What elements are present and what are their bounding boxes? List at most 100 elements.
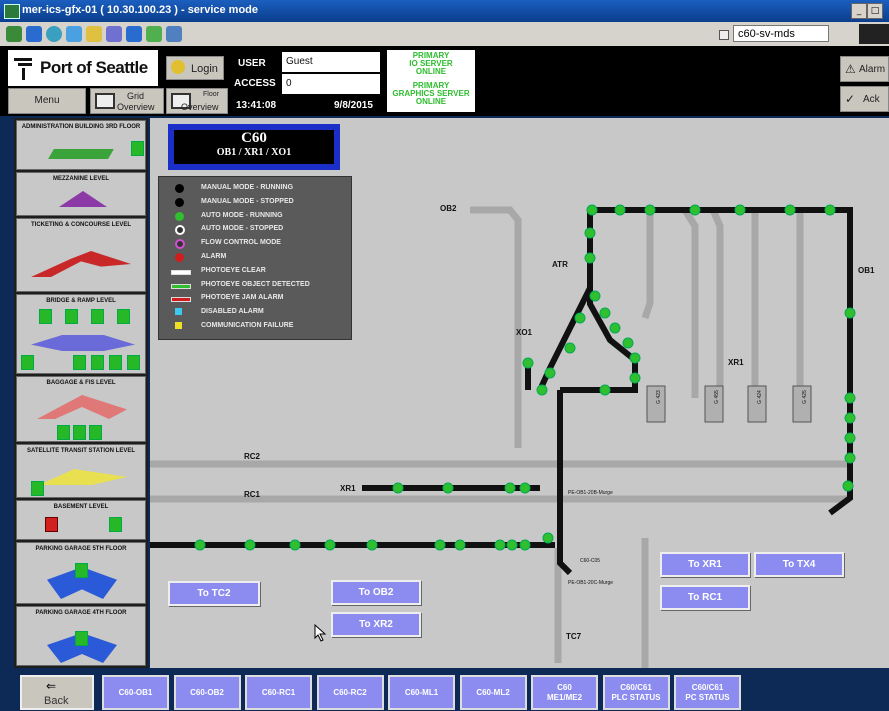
level-admin-building[interactable]: ADMINISTRATION BUILDING 3RD FLOOR <box>16 120 146 170</box>
window-icon[interactable] <box>126 26 142 42</box>
motor-running-icon[interactable] <box>522 357 534 369</box>
to-rc1-button[interactable]: To RC1 <box>660 585 750 610</box>
host-checkbox[interactable] <box>719 30 729 40</box>
motor-running-icon[interactable] <box>589 290 601 302</box>
level-bridge-ramp[interactable]: BRIDGE & RAMP LEVEL <box>16 294 146 374</box>
motor-running-icon[interactable] <box>689 204 701 216</box>
motor-running-icon[interactable] <box>392 482 404 494</box>
gate-boxes <box>646 385 812 423</box>
menu-label: Menu <box>34 95 60 106</box>
motor-running-icon[interactable] <box>599 307 611 319</box>
level-satellite-label: SATELLITE TRANSIT STATION LEVEL <box>27 448 135 454</box>
motor-running-icon[interactable] <box>244 539 256 551</box>
nav-button-c60-ob1[interactable]: C60-OB1 <box>102 675 169 710</box>
search-icon[interactable] <box>146 26 162 42</box>
motor-running-icon[interactable] <box>644 204 656 216</box>
level-parking4-label: PARKING GARAGE 4TH FLOOR <box>35 610 127 616</box>
motor-running-icon[interactable] <box>366 539 378 551</box>
motor-running-icon[interactable] <box>504 482 516 494</box>
motor-running-icon[interactable] <box>324 539 336 551</box>
level-ticketing-concourse[interactable]: TICKETING & CONCOURSE LEVEL <box>16 218 146 292</box>
level-baggage-fis[interactable]: BAGGAGE & FIS LEVEL <box>16 376 146 442</box>
grid-overview-label-1: Grid <box>127 91 145 101</box>
motor-running-icon[interactable] <box>629 372 641 384</box>
main-trunk <box>557 390 573 576</box>
nav-button-c60-c61-plc-status[interactable]: C60/C61 PLC STATUS <box>602 675 670 710</box>
motor-running-icon[interactable] <box>494 539 506 551</box>
to-ob2-button[interactable]: To OB2 <box>331 580 421 605</box>
motor-running-icon[interactable] <box>586 204 598 216</box>
motor-running-icon[interactable] <box>434 539 446 551</box>
nav-button-c60-rc1[interactable]: C60-RC1 <box>245 675 312 710</box>
nav-button-c60-me1-me2[interactable]: C60 ME1/ME2 <box>531 675 598 710</box>
ack-button[interactable]: ✓ Ack <box>840 86 889 112</box>
grid-overview-button[interactable]: Grid Overview <box>90 88 164 114</box>
report-icon[interactable] <box>86 26 102 42</box>
nav-button-c60-rc2[interactable]: C60-RC2 <box>316 675 384 710</box>
motor-running-icon[interactable] <box>442 482 454 494</box>
nav-button-c60-ml1[interactable]: C60-ML1 <box>388 675 455 710</box>
motor-running-icon[interactable] <box>599 384 611 396</box>
level-parking-4th[interactable]: PARKING GARAGE 4TH FLOOR <box>16 606 146 666</box>
nav-button-c60-c61-pc-status[interactable]: C60/C61 PC STATUS <box>674 675 741 710</box>
nav-button-c60-ob2[interactable]: C60-OB2 <box>173 675 241 710</box>
motor-running-icon[interactable] <box>844 412 856 424</box>
refresh-icon[interactable] <box>66 26 82 42</box>
motor-running-icon[interactable] <box>842 480 854 492</box>
motor-running-icon[interactable] <box>289 539 301 551</box>
nav-button-label-line: C60-OB1 <box>118 687 153 697</box>
motor-running-icon[interactable] <box>622 337 634 349</box>
trend-icon[interactable] <box>106 26 122 42</box>
access-value: 0 <box>282 74 380 94</box>
motor-running-icon[interactable] <box>194 539 206 551</box>
display-icon[interactable] <box>26 26 42 42</box>
motor-running-icon[interactable] <box>784 204 796 216</box>
to-xr2-button[interactable]: To XR2 <box>331 612 421 637</box>
nav-button-label-line: C60/C61 <box>620 682 652 692</box>
menu-button[interactable]: Menu <box>8 88 86 114</box>
motor-running-icon[interactable] <box>519 539 531 551</box>
tools-icon[interactable] <box>166 26 182 42</box>
motor-running-icon[interactable] <box>609 322 621 334</box>
host-field[interactable]: c60-sv-mds <box>733 25 829 42</box>
level-status-icon <box>39 309 52 324</box>
motor-running-icon[interactable] <box>519 482 531 494</box>
network-icon[interactable] <box>6 26 22 42</box>
level-mezzanine[interactable]: MEZZANINE LEVEL <box>16 172 146 216</box>
motor-running-icon[interactable] <box>844 307 856 319</box>
motor-running-icon[interactable] <box>844 452 856 464</box>
motor-running-icon[interactable] <box>544 367 556 379</box>
nav-button-label: C60-OB1 <box>119 688 153 698</box>
motor-running-icon[interactable] <box>574 312 586 324</box>
motor-running-icon[interactable] <box>536 384 548 396</box>
to-tc2-button[interactable]: To TC2 <box>168 581 260 606</box>
motor-running-icon[interactable] <box>506 539 518 551</box>
minimize-button[interactable]: _ <box>851 3 867 19</box>
to-tx4-button[interactable]: To TX4 <box>754 552 844 577</box>
motor-running-icon[interactable] <box>614 204 626 216</box>
motor-running-icon[interactable] <box>564 342 576 354</box>
motor-running-icon[interactable] <box>844 392 856 404</box>
motor-running-icon[interactable] <box>734 204 746 216</box>
globe-icon[interactable] <box>46 26 62 42</box>
nav-button-label: C60-OB2 <box>190 688 224 698</box>
alarm-button[interactable]: ⚠ Alarm <box>840 56 889 82</box>
back-button[interactable]: ⇐ Back <box>20 675 94 710</box>
floor-overview-button[interactable]: Floor Overview <box>166 88 228 114</box>
motor-running-icon[interactable] <box>629 352 641 364</box>
motor-running-icon[interactable] <box>824 204 836 216</box>
maximize-button[interactable]: □ <box>867 3 883 19</box>
app-icon <box>4 4 20 19</box>
level-parking-5th[interactable]: PARKING GARAGE 5TH FLOOR <box>16 542 146 604</box>
motor-running-icon[interactable] <box>584 227 596 239</box>
motor-running-icon[interactable] <box>454 539 466 551</box>
level-status-icon <box>89 425 102 440</box>
level-satellite-transit[interactable]: SATELLITE TRANSIT STATION LEVEL <box>16 444 146 498</box>
motor-running-icon[interactable] <box>584 252 596 264</box>
motor-running-icon[interactable] <box>542 532 554 544</box>
login-button[interactable]: Login <box>166 56 224 80</box>
motor-running-icon[interactable] <box>844 432 856 444</box>
level-basement[interactable]: BASEMENT LEVEL <box>16 500 146 540</box>
nav-button-c60-ml2[interactable]: C60-ML2 <box>459 675 527 710</box>
to-xr1-button[interactable]: To XR1 <box>660 552 750 577</box>
